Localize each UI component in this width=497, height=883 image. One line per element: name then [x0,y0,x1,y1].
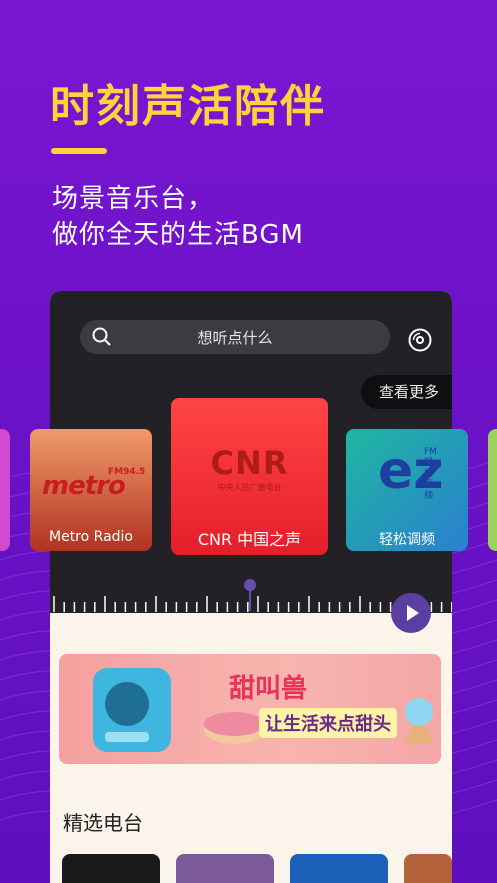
station-card-partial-right[interactable] [488,429,497,551]
view-more-button[interactable]: 查看更多 [361,375,452,409]
promo-banner[interactable]: 甜叫兽 让生活来点甜头 [59,654,441,764]
station-name: CNR 中国之声 [197,530,302,549]
banner-slogan: 让生活来点甜头 [259,708,397,738]
search-placeholder: 想听点什么 [197,329,273,347]
station-thumb-1[interactable] [62,854,160,883]
section-title: 精选电台 [63,811,143,835]
station-card-cnr[interactable]: CNR 中央人民广播电台 CNR 中国之声 [171,398,328,555]
station-card-metro[interactable]: metro FM94.5 Metro Radio [30,429,152,551]
headline-underline [51,148,107,154]
tuner-needle [249,589,251,611]
record-disc-icon[interactable] [408,328,432,352]
banner-title: 甜叫兽 [229,674,308,704]
phone-screen: 想听点什么 查看更多 甜叫兽 让生活来点甜头 精选电台 [50,291,452,883]
station-name: Metro Radio [49,529,133,545]
station-name: 轻松调频 [379,532,435,548]
station-card-easy-fm[interactable]: ez FM 轻松调频 轻松调频 [346,429,468,551]
metro-logo-sub: FM94.5 [108,467,146,477]
headline: 时刻声活陪伴 [50,81,326,132]
cnr-logo: CNR [210,444,289,482]
easy-fm-logo-sub: FM 轻松调频 [424,447,437,501]
cnr-logo-sub: 中央人民广播电台 [217,483,282,492]
station-thumb-2[interactable] [176,854,274,883]
station-thumb-4[interactable] [404,854,452,883]
play-icon [407,605,419,621]
subtitle-line-2: 做你全天的生活BGM [52,220,304,250]
search-bar[interactable]: 想听点什么 [80,320,390,354]
station-thumb-3[interactable] [290,854,388,883]
subtitle-line-1: 场景音乐台， [52,184,215,214]
play-button[interactable] [391,593,431,633]
station-card-partial-left[interactable] [0,429,10,551]
